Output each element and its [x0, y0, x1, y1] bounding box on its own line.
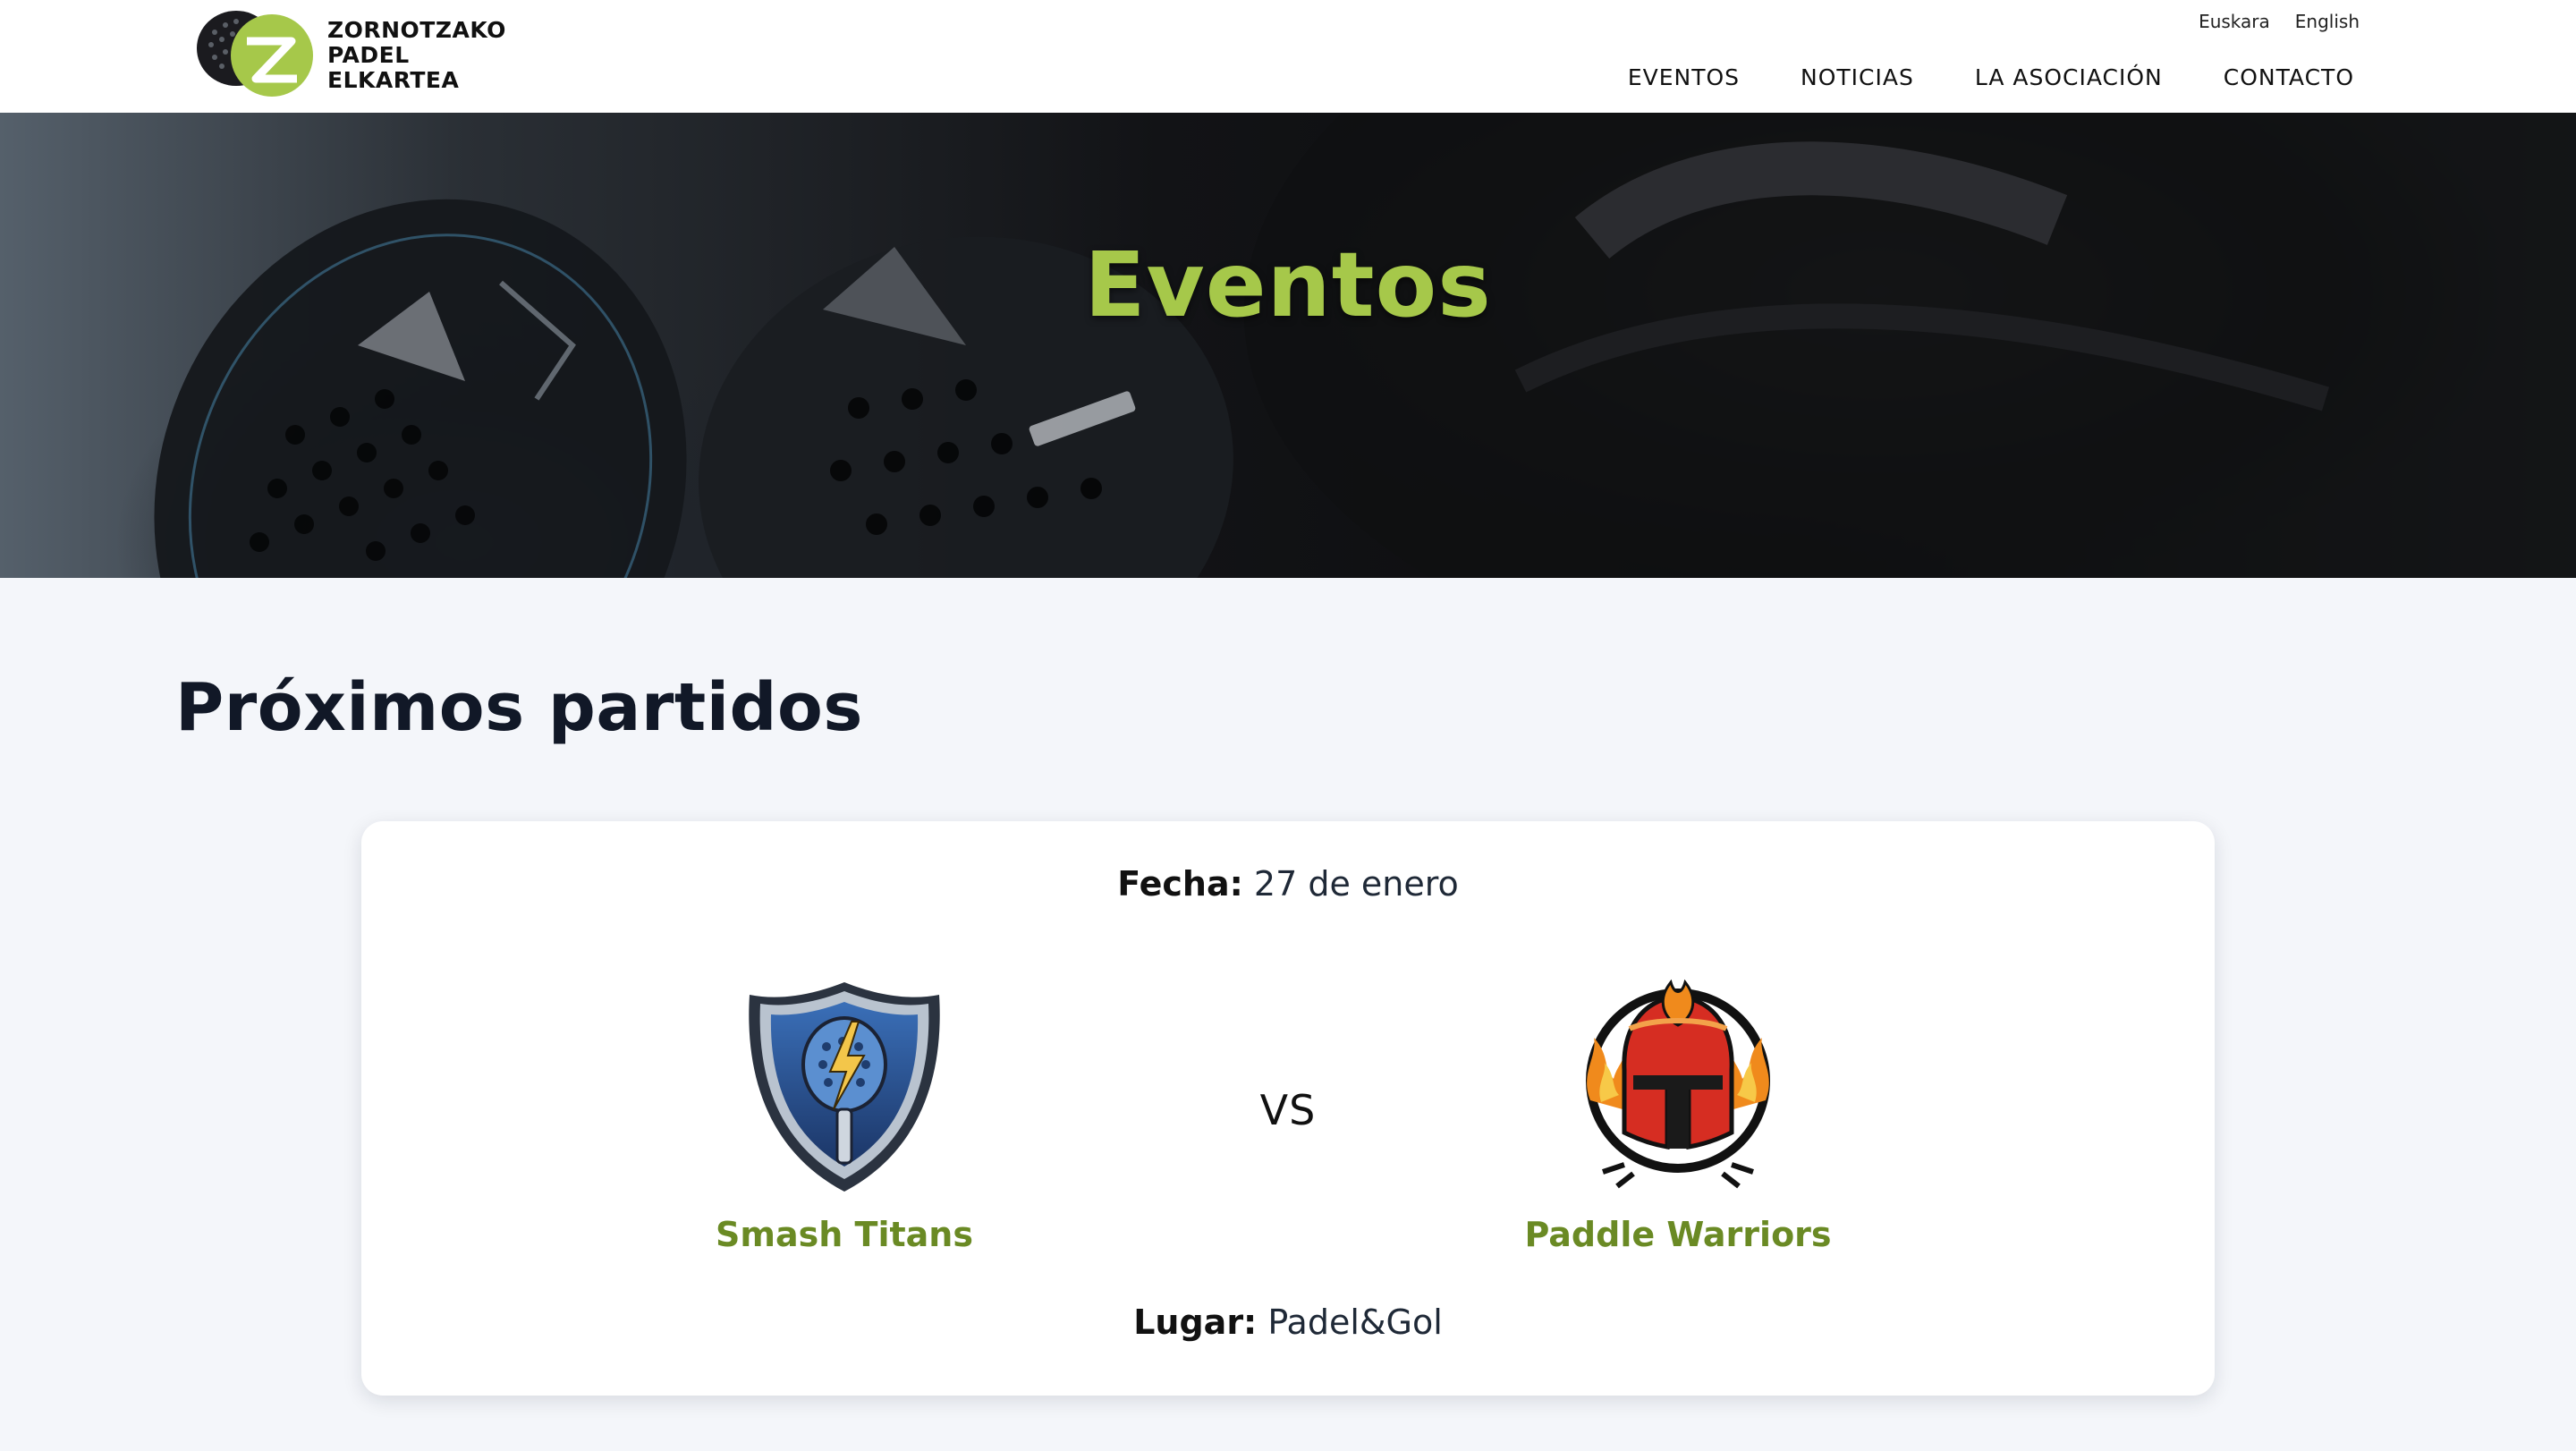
brand-line-1: ZORNOTZAKO	[327, 17, 506, 43]
match-date: Fecha: 27 de enero	[361, 864, 2215, 904]
main-nav: EVENTOS NOTICIAS LA ASOCIACIÓN CONTACTO	[1628, 64, 2354, 90]
lang-english-link[interactable]: English	[2295, 11, 2360, 32]
nav-noticias[interactable]: NOTICIAS	[1801, 64, 1914, 90]
spartan-helmet-flames-icon	[1586, 979, 1770, 1189]
match-date-value: 27 de enero	[1253, 864, 1459, 904]
match-venue: Lugar: Padel&Gol	[361, 1303, 2215, 1342]
language-switcher: Euskara English	[2199, 11, 2360, 32]
hero-background-image	[154, 113, 2576, 578]
hero-banner: Eventos	[0, 113, 2576, 578]
brand-line-2: PADEL	[327, 42, 410, 68]
brand-line-3: ELKARTEA	[327, 67, 460, 93]
lang-euskara-link[interactable]: Euskara	[2199, 11, 2270, 32]
vs-label: VS	[1259, 1086, 1317, 1134]
hero-title: Eventos	[1084, 233, 1492, 337]
away-team-name: Paddle Warriors	[1524, 1215, 1832, 1254]
nav-eventos[interactable]: EVENTOS	[1628, 64, 1740, 90]
nav-la-asociacion[interactable]: LA ASOCIACIÓN	[1975, 64, 2163, 90]
match-date-label: Fecha:	[1117, 864, 1243, 904]
home-team-name: Smash Titans	[716, 1215, 973, 1254]
match-venue-label: Lugar:	[1133, 1303, 1258, 1342]
section-title: Próximos partidos	[175, 669, 863, 746]
match-venue-value: Padel&Gol	[1267, 1303, 1443, 1342]
site-header: ZORNOTZAKO PADEL ELKARTEA Euskara Englis…	[0, 0, 2576, 113]
brand-home-link[interactable]: ZORNOTZAKO PADEL ELKARTEA	[191, 5, 540, 100]
brand-name: ZORNOTZAKO PADEL ELKARTEA	[327, 18, 506, 93]
away-team: Paddle Warriors	[1463, 975, 1893, 1254]
club-logo-icon	[197, 11, 313, 97]
nav-contacto[interactable]: CONTACTO	[2224, 64, 2354, 90]
match-card: Fecha: 27 de enero Smash Titans VS Paddl…	[361, 821, 2215, 1396]
